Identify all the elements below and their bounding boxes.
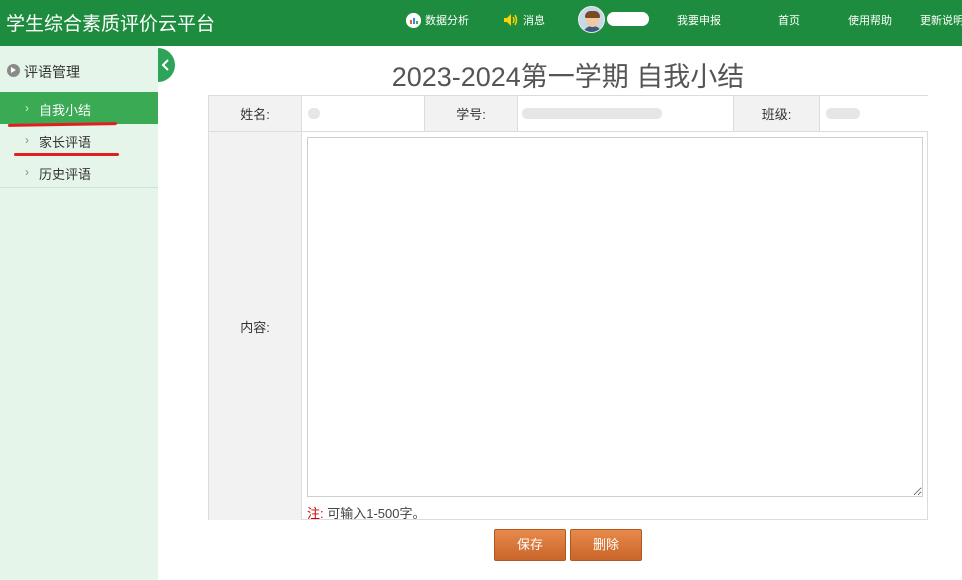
delete-button[interactable]: 删除 — [570, 529, 642, 561]
page-title: 2023-2024第一学期 自我小结 — [391, 62, 745, 92]
sidebar-item-parent-comment[interactable]: › 家长评语 — [0, 124, 158, 156]
class-label: 班级: — [761, 107, 792, 122]
redacted-text — [826, 108, 860, 119]
chart-icon — [406, 12, 421, 28]
redacted-text — [308, 108, 320, 119]
summary-form: 姓名: 学号: 班级: 内容: 注: 可输入1-500字。 — [208, 95, 928, 522]
nav-help[interactable]: 使用帮助 — [848, 12, 892, 28]
input-hint: 注: 可输入1-500字。 — [307, 503, 426, 522]
username-redacted[interactable] — [607, 12, 649, 26]
app-title: 学生综合素质评价云平台 — [6, 14, 216, 35]
chevron-left-icon — [161, 59, 169, 71]
student-id-value — [518, 96, 734, 132]
nav-messages[interactable]: 消息 — [503, 12, 545, 28]
nav-home[interactable]: 首页 — [778, 12, 800, 28]
nav-changelog[interactable]: 更新说明 — [920, 12, 962, 28]
sidebar-item-self-summary[interactable]: › 自我小结 — [0, 92, 158, 124]
note-text: 可输入1-500字。 — [327, 506, 426, 521]
nav-my-report-label: 我要申报 — [677, 15, 721, 27]
class-value — [820, 96, 928, 132]
sidebar-item-label: 历史评语 — [39, 167, 92, 182]
user-avatar[interactable] — [578, 6, 605, 33]
chevron-right-icon: › — [25, 133, 29, 147]
nav-data-analysis-label: 数据分析 — [425, 15, 469, 27]
save-button[interactable]: 保存 — [494, 529, 566, 561]
sidebar-collapse-button[interactable] — [158, 48, 175, 82]
name-label: 姓名: — [240, 107, 270, 122]
nav-home-label: 首页 — [778, 15, 800, 27]
redacted-text — [522, 108, 662, 119]
content-label: 内容: — [240, 319, 270, 335]
sidebar-section-label: 评语管理 — [24, 64, 80, 80]
note-prefix: 注: — [307, 506, 324, 521]
name-value — [302, 96, 425, 132]
student-id-label-cell: 学号: — [425, 96, 518, 132]
speaker-icon — [503, 13, 519, 27]
nav-messages-label: 消息 — [523, 15, 545, 27]
annotation-underline — [14, 153, 119, 156]
name-label-cell: 姓名: — [209, 96, 302, 132]
chevron-right-icon: › — [25, 165, 29, 179]
sidebar-item-label: 家长评语 — [39, 135, 92, 150]
nav-help-label: 使用帮助 — [848, 15, 892, 27]
class-label-cell: 班级: — [734, 96, 820, 132]
circle-arrow-icon — [7, 64, 20, 77]
sidebar-divider — [0, 187, 158, 188]
content-label-cell: 内容: — [209, 132, 302, 520]
chevron-right-icon: › — [25, 101, 29, 115]
top-bar: 学生综合素质评价云平台 数据分析 消息 我要申报 首页 使用帮助 更新说明 — [0, 0, 962, 46]
nav-changelog-label: 更新说明 — [920, 15, 962, 27]
nav-data-analysis[interactable]: 数据分析 — [406, 12, 469, 28]
sidebar-item-history-comment[interactable]: › 历史评语 — [0, 156, 158, 188]
student-id-label: 学号: — [456, 107, 486, 122]
sidebar-item-label: 自我小结 — [39, 103, 92, 118]
sidebar-section-comment-management[interactable]: 评语管理 — [0, 48, 158, 92]
content-textarea[interactable] — [307, 137, 923, 497]
nav-my-report[interactable]: 我要申报 — [677, 12, 721, 28]
